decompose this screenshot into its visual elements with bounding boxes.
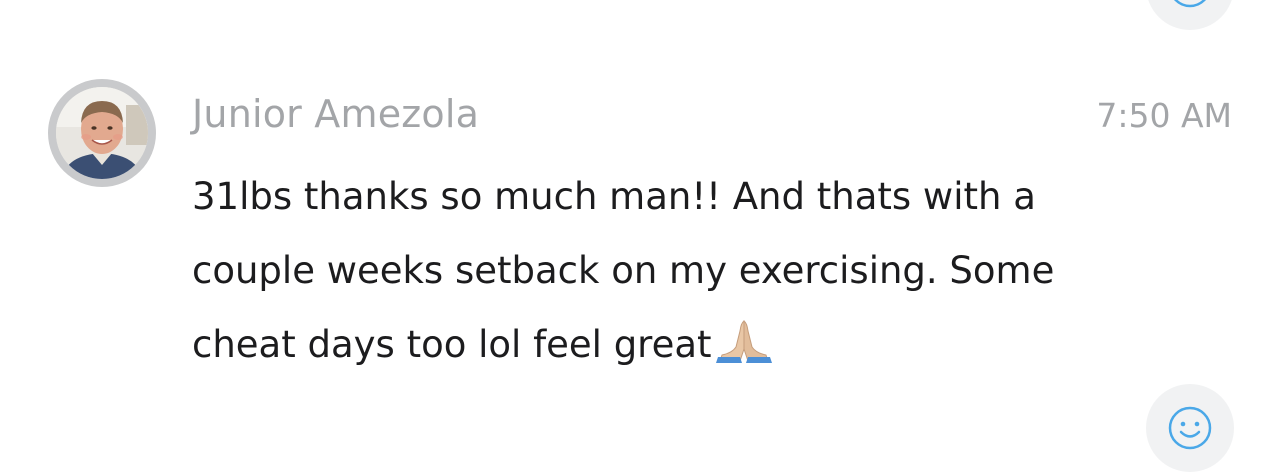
chat-message-view: Junior Amezola 7:50 AM 31lbs thanks so m… — [0, 0, 1284, 476]
avatar-photo — [56, 87, 148, 179]
message-line: 31lbs thanks so much man!! And thats wit… — [192, 175, 1036, 218]
add-reaction-button[interactable] — [1146, 384, 1234, 472]
message-line-last: cheat days too lol feel great — [192, 308, 1202, 388]
message-timestamp: 7:50 AM — [1096, 96, 1232, 135]
add-reaction-button-previous[interactable] — [1146, 0, 1234, 30]
message-line-text: cheat days too lol feel great — [192, 323, 712, 366]
message-line: couple weeks setback on my exercising. S… — [192, 249, 1055, 292]
folded-hands-icon — [714, 314, 774, 388]
message-body: 31lbs thanks so much man!! And thats wit… — [192, 160, 1202, 388]
avatar[interactable] — [48, 79, 156, 187]
smiley-face-icon — [1174, 0, 1206, 8]
smiley-face-icon — [1168, 406, 1212, 450]
sender-name[interactable]: Junior Amezola — [192, 92, 479, 136]
